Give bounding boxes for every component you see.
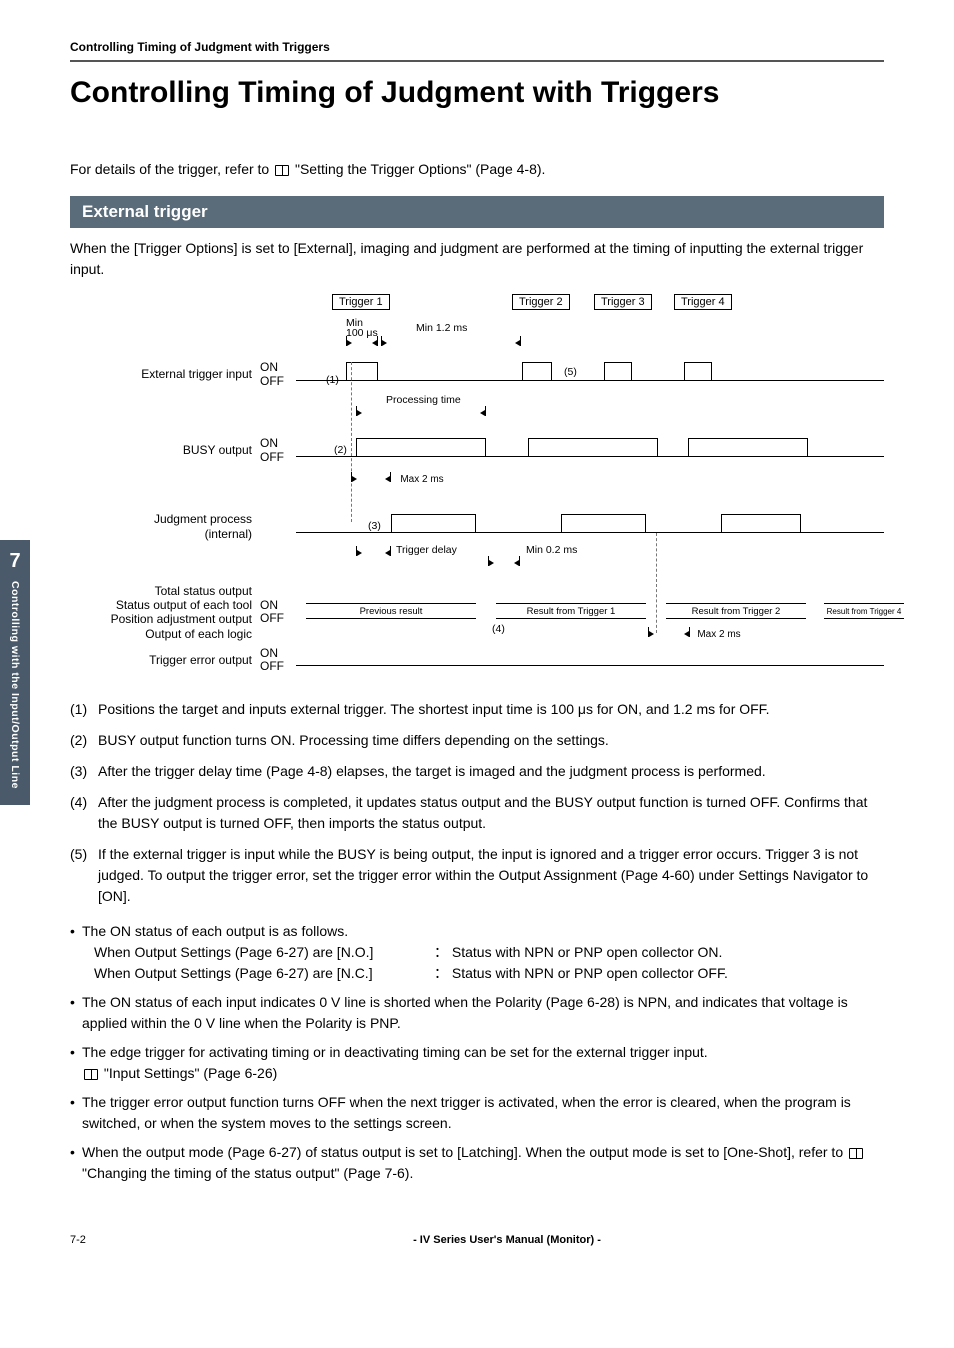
running-head: Controlling Timing of Judgment with Trig… bbox=[70, 40, 884, 54]
onoff-terr: ON OFF bbox=[260, 647, 296, 673]
wave-ext: (1) (5) bbox=[296, 356, 884, 394]
min-on-arrow bbox=[346, 336, 378, 346]
bullet-list: The ON status of each output is as follo… bbox=[70, 921, 884, 1184]
book-icon bbox=[275, 165, 289, 176]
wave-judge: (3) bbox=[296, 508, 884, 546]
result-prev: Previous result bbox=[306, 603, 476, 619]
when-no-rhs: ： Status with NPN or PNP open collector … bbox=[434, 942, 722, 963]
wave-busy: (2) bbox=[296, 432, 884, 470]
trigger-labels-row: Trigger 1 Trigger 2 Trigger 3 Trigger 4 bbox=[296, 294, 884, 318]
trigger-3-label: Trigger 3 bbox=[594, 294, 652, 310]
list-item: After the judgment process is completed,… bbox=[70, 792, 884, 834]
page-number: 7-2 bbox=[70, 1234, 130, 1246]
callout-1: (1) bbox=[326, 374, 339, 386]
list-item: When the output mode (Page 6-27) of stat… bbox=[70, 1142, 884, 1184]
trigger-delay-arrow bbox=[356, 546, 391, 556]
list-item: The ON status of each input indicates 0 … bbox=[70, 992, 884, 1034]
footer-title: - IV Series User's Manual (Monitor) - bbox=[130, 1234, 884, 1246]
signal-terr-label: Trigger error output bbox=[70, 653, 260, 667]
callout-4: (4) bbox=[492, 623, 505, 635]
chapter-tab: 7 Controlling with the Input/Output Line bbox=[0, 540, 30, 805]
max2ms-a-arrow: Max 2 ms bbox=[351, 472, 391, 482]
chapter-label: Controlling with the Input/Output Line bbox=[9, 581, 21, 789]
min-off-arrow bbox=[381, 336, 521, 346]
signal-status-label: Total status output Status output of eac… bbox=[70, 584, 260, 642]
callout-5: (5) bbox=[564, 366, 577, 378]
numbered-list: Positions the target and inputs external… bbox=[70, 699, 884, 907]
list-item: The edge trigger for activating timing o… bbox=[70, 1042, 884, 1084]
trigger-1-label: Trigger 1 bbox=[332, 294, 390, 310]
result-4: Result from Trigger 4 bbox=[824, 603, 904, 619]
book-icon bbox=[849, 1148, 863, 1159]
list-item: Positions the target and inputs external… bbox=[70, 699, 884, 720]
intro-link-text: "Setting the Trigger Options" (Page 4-8)… bbox=[295, 161, 545, 177]
section-heading: External trigger bbox=[70, 196, 884, 228]
trigger-2-label: Trigger 2 bbox=[512, 294, 570, 310]
processing-time-label: Processing time bbox=[386, 394, 461, 406]
chapter-number: 7 bbox=[0, 550, 30, 573]
result-2: Result from Trigger 2 bbox=[666, 603, 806, 619]
signal-busy-label: BUSY output bbox=[70, 443, 260, 457]
processing-time-arrow bbox=[356, 406, 486, 416]
when-nc-lhs: When Output Settings (Page 6-27) are [N.… bbox=[94, 963, 434, 984]
section-intro: When the [Trigger Options] is set to [Ex… bbox=[70, 238, 884, 280]
list-item: If the external trigger is input while t… bbox=[70, 844, 884, 907]
callout-3: (3) bbox=[368, 520, 381, 532]
min02-arrow bbox=[488, 556, 520, 566]
trigger-delay-label: Trigger delay bbox=[396, 544, 457, 556]
signal-judge-label: Judgment process (internal) bbox=[70, 512, 260, 541]
onoff-ext: ON OFF bbox=[260, 361, 296, 387]
callout-2: (2) bbox=[334, 444, 347, 456]
max2ms-b-arrow: Max 2 ms bbox=[648, 627, 690, 637]
min02-label: Min 0.2 ms bbox=[526, 544, 577, 556]
trigger-4-label: Trigger 4 bbox=[674, 294, 732, 310]
annot-area: Min 100 μs Min 1.2 ms bbox=[296, 318, 884, 356]
onoff-busy: ON OFF bbox=[260, 437, 296, 463]
intro-paragraph: For details of the trigger, refer to "Se… bbox=[70, 160, 884, 180]
list-item: After the trigger delay time (Page 4-8) … bbox=[70, 761, 884, 782]
wave-terr bbox=[296, 641, 884, 679]
min-off-label: Min 1.2 ms bbox=[416, 322, 467, 334]
signal-ext-label: External trigger input bbox=[70, 367, 260, 381]
head-rule bbox=[70, 60, 884, 62]
wave-status: Previous result Result from Trigger 1 Re… bbox=[296, 593, 884, 631]
timing-diagram: Trigger 1 Trigger 2 Trigger 3 Trigger 4 … bbox=[70, 294, 884, 680]
intro-prefix: For details of the trigger, refer to bbox=[70, 161, 273, 177]
onoff-status: ON OFF bbox=[260, 599, 296, 625]
list-item: The ON status of each output is as follo… bbox=[70, 921, 884, 984]
list-item: The trigger error output function turns … bbox=[70, 1092, 884, 1134]
result-1: Result from Trigger 1 bbox=[496, 603, 646, 619]
page-title: Controlling Timing of Judgment with Trig… bbox=[70, 76, 884, 110]
list-item: BUSY output function turns ON. Processin… bbox=[70, 730, 884, 751]
when-no-lhs: When Output Settings (Page 6-27) are [N.… bbox=[94, 942, 434, 963]
page-footer: 7-2 - IV Series User's Manual (Monitor) … bbox=[40, 1234, 884, 1246]
when-nc-rhs: ： Status with NPN or PNP open collector … bbox=[434, 963, 728, 984]
book-icon bbox=[84, 1069, 98, 1080]
